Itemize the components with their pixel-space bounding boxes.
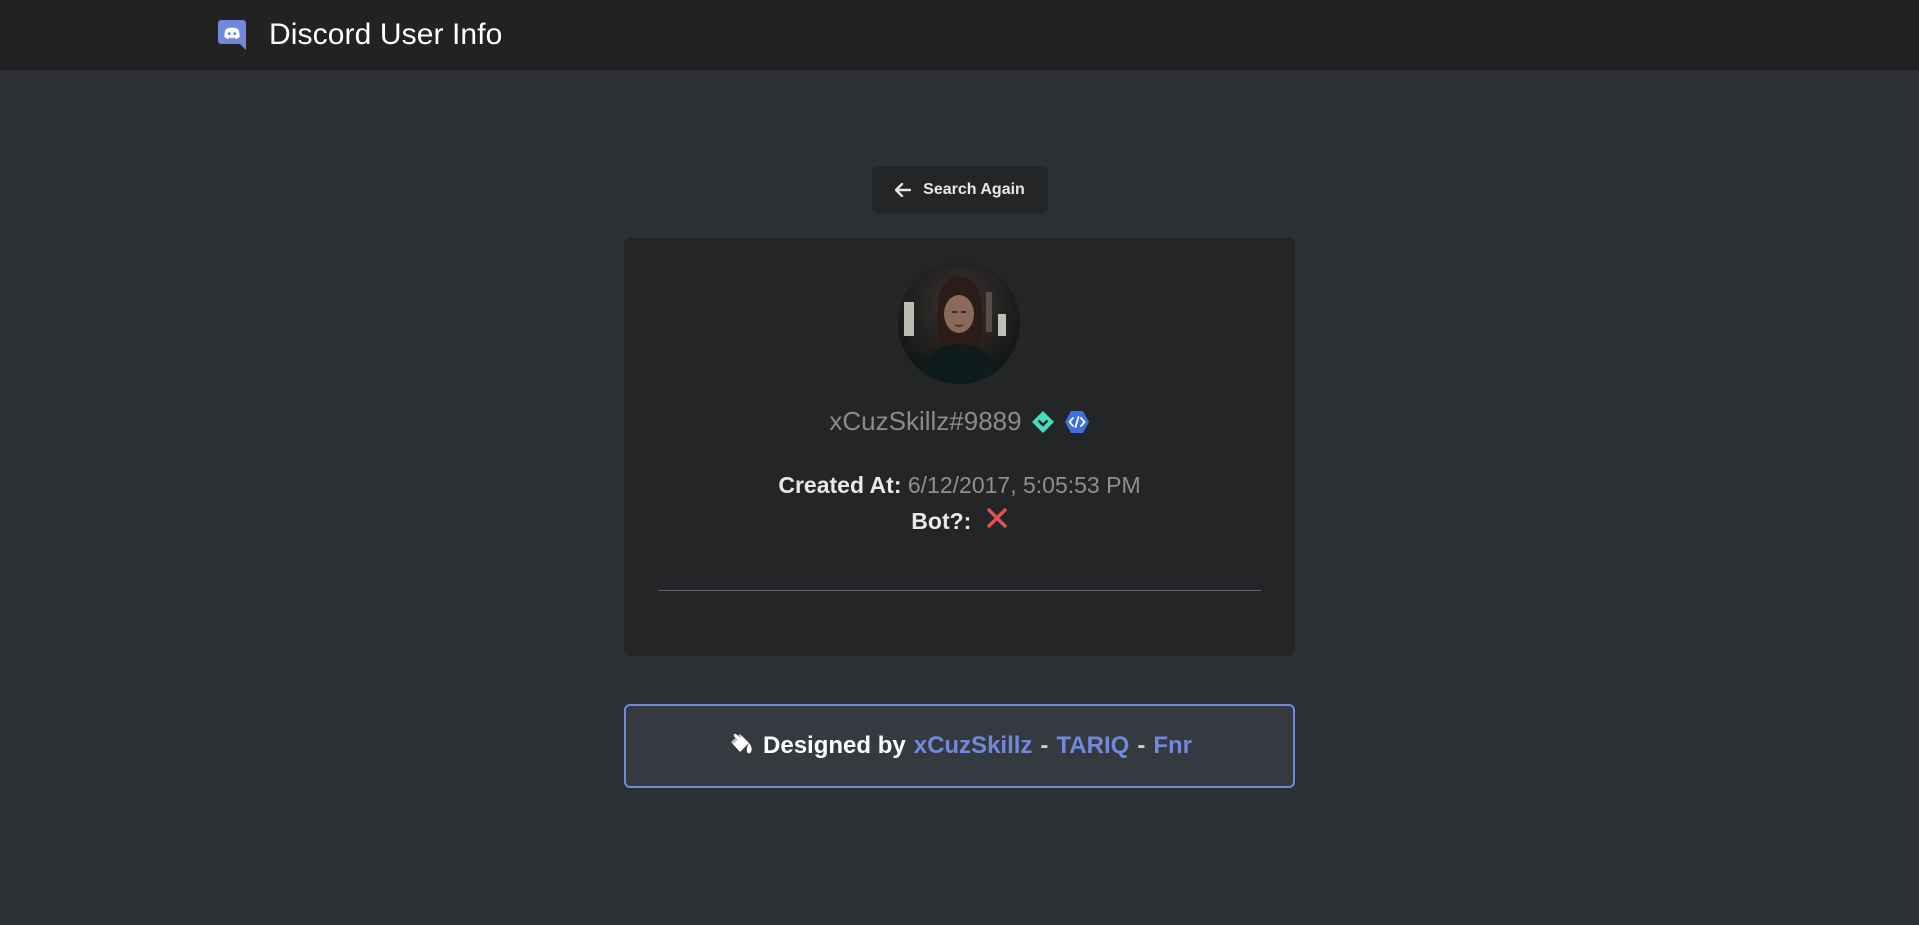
created-at-line: Created At: 6/12/2017, 5:05:53 PM xyxy=(624,472,1295,499)
brand[interactable]: Discord User Info xyxy=(217,18,502,52)
user-card: xCuzSkillz#9889 Created At: 6/12/2017, 5… xyxy=(624,238,1295,656)
created-at-value: 6/12/2017, 5:05:53 PM xyxy=(907,472,1141,498)
author-link-fnr[interactable]: Fnr xyxy=(1153,732,1192,760)
separator: - xyxy=(1040,732,1049,759)
author-link-xcuzskillz[interactable]: xCuzSkillz xyxy=(914,732,1033,760)
avatar xyxy=(898,262,1020,384)
arrow-left-icon xyxy=(895,182,912,197)
author-link-tariq[interactable]: TARIQ xyxy=(1056,732,1129,760)
hypesquad-balance-icon xyxy=(1030,409,1056,435)
verified-bot-developer-icon xyxy=(1064,409,1090,435)
divider xyxy=(658,590,1261,591)
credits-box: Designed by xCuzSkillz - TARIQ - Fnr xyxy=(624,704,1295,788)
username: xCuzSkillz#9889 xyxy=(829,406,1022,436)
search-again-label: Search Again xyxy=(923,180,1025,198)
app-title: Discord User Info xyxy=(269,18,503,51)
separator: - xyxy=(1137,732,1146,759)
created-at-label: Created At: xyxy=(778,472,902,498)
discord-icon xyxy=(217,18,247,52)
designed-by-label: Designed by xyxy=(763,732,906,759)
username-row: xCuzSkillz#9889 xyxy=(624,406,1295,437)
cross-icon xyxy=(986,507,1008,535)
bot-label: Bot?: xyxy=(911,508,972,534)
bot-line: Bot?: xyxy=(624,508,1295,535)
search-again-button[interactable]: Search Again xyxy=(872,166,1048,213)
paint-bucket-icon xyxy=(727,733,755,759)
navbar: Discord User Info xyxy=(0,0,1919,70)
